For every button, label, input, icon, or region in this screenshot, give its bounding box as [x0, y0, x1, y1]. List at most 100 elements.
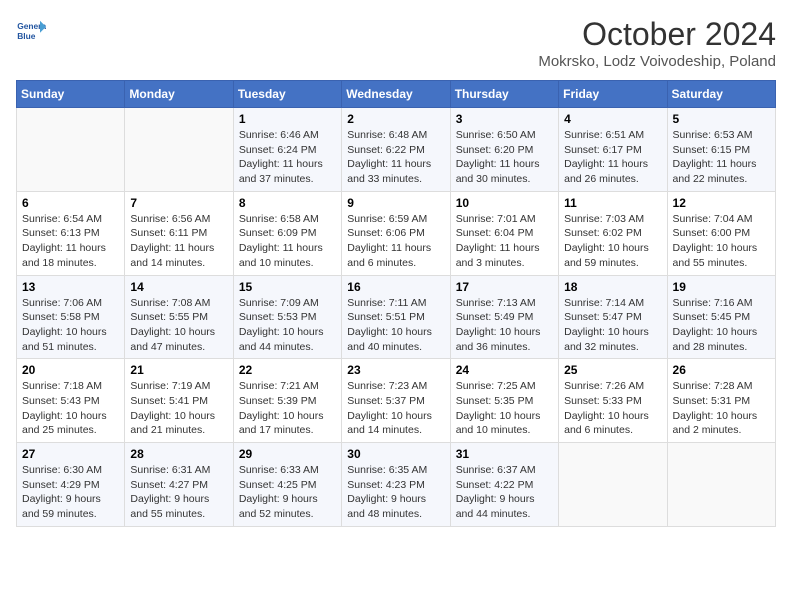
day-number: 30 [347, 447, 444, 461]
day-detail: Sunrise: 6:33 AM Sunset: 4:25 PM Dayligh… [239, 463, 336, 522]
calendar-cell: 31 Sunrise: 6:37 AM Sunset: 4:22 PM Dayli… [450, 443, 558, 527]
day-number: 29 [239, 447, 336, 461]
day-detail: Sunrise: 7:18 AM Sunset: 5:43 PM Dayligh… [22, 379, 119, 438]
day-detail: Sunrise: 7:28 AM Sunset: 5:31 PM Dayligh… [673, 379, 770, 438]
day-header: Monday [125, 81, 233, 108]
calendar-cell [17, 108, 125, 192]
day-detail: Sunrise: 7:04 AM Sunset: 6:00 PM Dayligh… [673, 212, 770, 271]
day-detail: Sunrise: 7:13 AM Sunset: 5:49 PM Dayligh… [456, 296, 553, 355]
day-number: 31 [456, 447, 553, 461]
day-number: 17 [456, 280, 553, 294]
day-detail: Sunrise: 7:26 AM Sunset: 5:33 PM Dayligh… [564, 379, 661, 438]
day-detail: Sunrise: 7:11 AM Sunset: 5:51 PM Dayligh… [347, 296, 444, 355]
day-number: 22 [239, 363, 336, 377]
calendar-row: 13 Sunrise: 7:06 AM Sunset: 5:58 PM Dayli… [17, 275, 776, 359]
calendar-table: SundayMondayTuesdayWednesdayThursdayFrid… [16, 80, 776, 527]
calendar-row: 1Sunrise: 6:46 AM Sunset: 6:24 PM Daylig… [17, 108, 776, 192]
day-detail: Sunrise: 7:01 AM Sunset: 6:04 PM Dayligh… [456, 212, 553, 271]
calendar-cell: 24 Sunrise: 7:25 AM Sunset: 5:35 PM Dayli… [450, 359, 558, 443]
day-detail: Sunrise: 6:58 AM Sunset: 6:09 PM Dayligh… [239, 212, 336, 271]
day-number: 25 [564, 363, 661, 377]
calendar-cell: 17 Sunrise: 7:13 AM Sunset: 5:49 PM Dayli… [450, 275, 558, 359]
day-detail: Sunrise: 7:08 AM Sunset: 5:55 PM Dayligh… [130, 296, 227, 355]
day-number: 19 [673, 280, 770, 294]
calendar-cell: 8 Sunrise: 6:58 AM Sunset: 6:09 PM Daylig… [233, 191, 341, 275]
day-detail: Sunrise: 6:51 AM Sunset: 6:17 PM Dayligh… [564, 128, 661, 187]
title-block: October 2024 Mokrsko, Lodz Voivodeship, … [538, 16, 776, 70]
calendar-cell: 5 Sunrise: 6:53 AM Sunset: 6:15 PM Daylig… [667, 108, 775, 192]
calendar-cell: 15Sunrise: 7:09 AM Sunset: 5:53 PM Dayli… [233, 275, 341, 359]
day-number: 9 [347, 196, 444, 210]
calendar-cell: 10 Sunrise: 7:01 AM Sunset: 6:04 PM Dayli… [450, 191, 558, 275]
day-number: 20 [22, 363, 119, 377]
day-header: Friday [559, 81, 667, 108]
day-number: 16 [347, 280, 444, 294]
calendar-cell: 7 Sunrise: 6:56 AM Sunset: 6:11 PM Daylig… [125, 191, 233, 275]
day-detail: Sunrise: 7:19 AM Sunset: 5:41 PM Dayligh… [130, 379, 227, 438]
calendar-cell: 23Sunrise: 7:23 AM Sunset: 5:37 PM Dayli… [342, 359, 450, 443]
calendar-cell: 2 Sunrise: 6:48 AM Sunset: 6:22 PM Daylig… [342, 108, 450, 192]
calendar-cell [667, 443, 775, 527]
day-detail: Sunrise: 7:06 AM Sunset: 5:58 PM Dayligh… [22, 296, 119, 355]
day-detail: Sunrise: 7:09 AM Sunset: 5:53 PM Dayligh… [239, 296, 336, 355]
day-number: 6 [22, 196, 119, 210]
day-header: Saturday [667, 81, 775, 108]
calendar-row: 27 Sunrise: 6:30 AM Sunset: 4:29 PM Dayli… [17, 443, 776, 527]
header-row: SundayMondayTuesdayWednesdayThursdayFrid… [17, 81, 776, 108]
page-header: General Blue October 2024 Mokrsko, Lodz … [16, 16, 776, 70]
day-detail: Sunrise: 6:59 AM Sunset: 6:06 PM Dayligh… [347, 212, 444, 271]
day-header: Thursday [450, 81, 558, 108]
day-number: 12 [673, 196, 770, 210]
day-number: 21 [130, 363, 227, 377]
day-number: 18 [564, 280, 661, 294]
day-number: 24 [456, 363, 553, 377]
logo-icon: General Blue [16, 16, 46, 46]
day-detail: Sunrise: 6:37 AM Sunset: 4:22 PM Dayligh… [456, 463, 553, 522]
day-number: 28 [130, 447, 227, 461]
day-number: 2 [347, 112, 444, 126]
calendar-cell: 11 Sunrise: 7:03 AM Sunset: 6:02 PM Dayli… [559, 191, 667, 275]
day-detail: Sunrise: 6:50 AM Sunset: 6:20 PM Dayligh… [456, 128, 553, 187]
svg-text:Blue: Blue [17, 31, 36, 41]
calendar-row: 20 Sunrise: 7:18 AM Sunset: 5:43 PM Dayli… [17, 359, 776, 443]
page-subtitle: Mokrsko, Lodz Voivodeship, Poland [538, 53, 776, 70]
calendar-cell: 22Sunrise: 7:21 AM Sunset: 5:39 PM Dayli… [233, 359, 341, 443]
day-number: 13 [22, 280, 119, 294]
calendar-cell: 14 Sunrise: 7:08 AM Sunset: 5:55 PM Dayli… [125, 275, 233, 359]
day-detail: Sunrise: 6:31 AM Sunset: 4:27 PM Dayligh… [130, 463, 227, 522]
day-number: 8 [239, 196, 336, 210]
logo: General Blue [16, 16, 46, 46]
day-number: 5 [673, 112, 770, 126]
calendar-cell: 16 Sunrise: 7:11 AM Sunset: 5:51 PM Dayli… [342, 275, 450, 359]
calendar-cell [125, 108, 233, 192]
calendar-cell: 18 Sunrise: 7:14 AM Sunset: 5:47 PM Dayli… [559, 275, 667, 359]
calendar-cell: 12 Sunrise: 7:04 AM Sunset: 6:00 PM Dayli… [667, 191, 775, 275]
calendar-cell: 26 Sunrise: 7:28 AM Sunset: 5:31 PM Dayli… [667, 359, 775, 443]
calendar-cell: 19Sunrise: 7:16 AM Sunset: 5:45 PM Dayli… [667, 275, 775, 359]
day-number: 26 [673, 363, 770, 377]
day-header: Wednesday [342, 81, 450, 108]
page-title: October 2024 [538, 16, 776, 53]
day-detail: Sunrise: 6:48 AM Sunset: 6:22 PM Dayligh… [347, 128, 444, 187]
day-detail: Sunrise: 6:46 AM Sunset: 6:24 PM Dayligh… [239, 128, 336, 187]
day-number: 11 [564, 196, 661, 210]
day-number: 14 [130, 280, 227, 294]
day-detail: Sunrise: 6:56 AM Sunset: 6:11 PM Dayligh… [130, 212, 227, 271]
day-detail: Sunrise: 6:30 AM Sunset: 4:29 PM Dayligh… [22, 463, 119, 522]
calendar-cell: 25 Sunrise: 7:26 AM Sunset: 5:33 PM Dayli… [559, 359, 667, 443]
day-detail: Sunrise: 7:25 AM Sunset: 5:35 PM Dayligh… [456, 379, 553, 438]
day-number: 10 [456, 196, 553, 210]
day-header: Tuesday [233, 81, 341, 108]
calendar-cell: 4Sunrise: 6:51 AM Sunset: 6:17 PM Daylig… [559, 108, 667, 192]
calendar-cell: 28 Sunrise: 6:31 AM Sunset: 4:27 PM Dayli… [125, 443, 233, 527]
day-detail: Sunrise: 6:53 AM Sunset: 6:15 PM Dayligh… [673, 128, 770, 187]
day-detail: Sunrise: 6:54 AM Sunset: 6:13 PM Dayligh… [22, 212, 119, 271]
day-number: 7 [130, 196, 227, 210]
calendar-cell: 9 Sunrise: 6:59 AM Sunset: 6:06 PM Daylig… [342, 191, 450, 275]
day-header: Sunday [17, 81, 125, 108]
day-detail: Sunrise: 7:14 AM Sunset: 5:47 PM Dayligh… [564, 296, 661, 355]
day-detail: Sunrise: 7:03 AM Sunset: 6:02 PM Dayligh… [564, 212, 661, 271]
calendar-cell: 21 Sunrise: 7:19 AM Sunset: 5:41 PM Dayli… [125, 359, 233, 443]
calendar-cell [559, 443, 667, 527]
day-number: 27 [22, 447, 119, 461]
